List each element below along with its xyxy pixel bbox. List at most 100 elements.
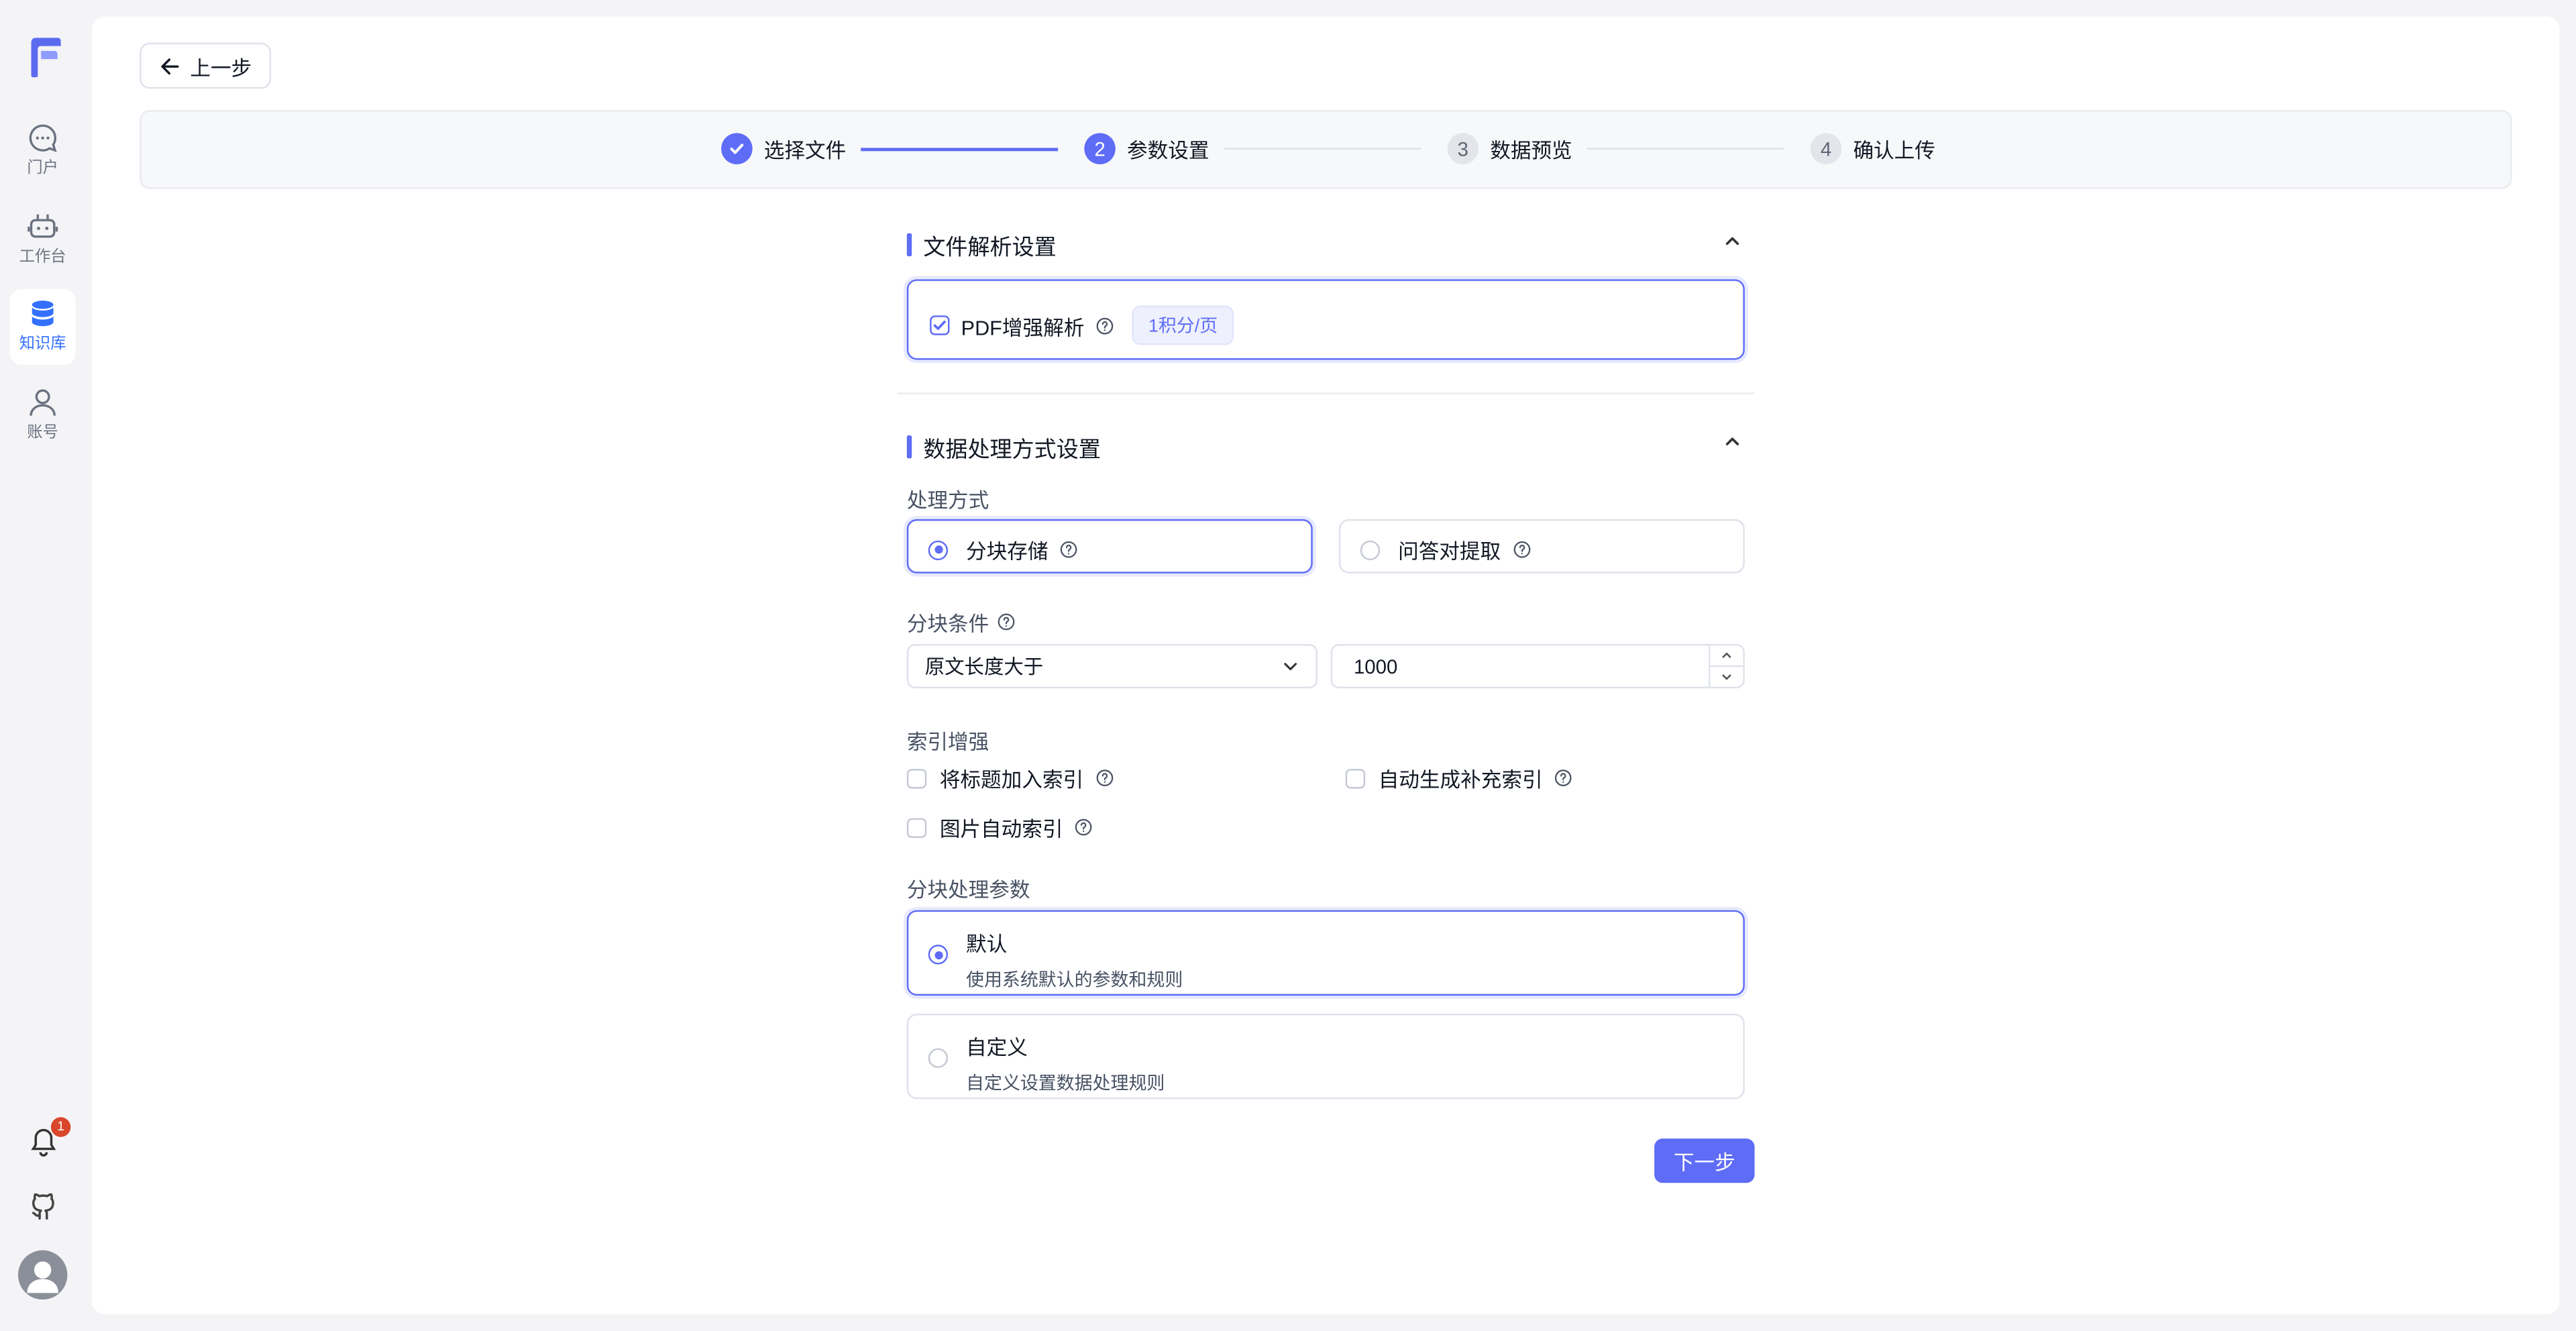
- param-text: 自定义 自定义设置数据处理规则: [966, 1030, 1165, 1096]
- step-number: 2: [1084, 133, 1116, 164]
- index-option-image[interactable]: 图片自动索引: [906, 812, 1093, 843]
- step-connector: [1224, 148, 1421, 150]
- sidebar-item-label: 知识库: [19, 335, 66, 354]
- chat-bubble-icon: [29, 124, 57, 152]
- step-number: 4: [1810, 133, 1842, 164]
- step-number: 3: [1447, 133, 1479, 164]
- avatar[interactable]: [17, 1250, 68, 1300]
- help-circle-icon[interactable]: [1512, 541, 1530, 559]
- check-icon: [721, 133, 753, 164]
- chunk-condition-label-row: 分块条件: [907, 606, 1016, 638]
- pdf-enhance-checkbox[interactable]: [930, 315, 950, 335]
- index-option-label: 将标题加入索引: [939, 769, 1084, 792]
- index-option-label: 自动生成补充索引: [1378, 769, 1543, 792]
- param-option-default[interactable]: 默认 使用系统默认的参数和规则: [906, 910, 1745, 996]
- decrement-button[interactable]: [1710, 667, 1743, 686]
- index-option-auto[interactable]: 自动生成补充索引: [1345, 762, 1572, 794]
- number-stepper: [1708, 645, 1743, 687]
- param-text: 默认 使用系统默认的参数和规则: [966, 926, 1183, 992]
- param-title: 自定义: [966, 1036, 1028, 1060]
- param-label: 分块处理参数: [906, 879, 1030, 902]
- chevron-up-icon[interactable]: [1723, 432, 1741, 450]
- step-4: 4 确认上传: [1810, 133, 1935, 164]
- number-value: 1000: [1353, 654, 1398, 678]
- step-connector: [1587, 148, 1784, 150]
- step-2: 2 参数设置: [1084, 133, 1209, 164]
- back-button[interactable]: 上一步: [140, 42, 272, 89]
- param-option-custom[interactable]: 自定义 自定义设置数据处理规则: [906, 1014, 1745, 1100]
- mode-option-row: 问答对提取: [1360, 534, 1531, 566]
- param-title: 默认: [966, 933, 1008, 957]
- help-circle-icon[interactable]: [1075, 818, 1093, 837]
- sidebar-item-portal[interactable]: 门户: [10, 113, 76, 189]
- section-accent-bar: [906, 435, 912, 459]
- help-circle-icon[interactable]: [998, 613, 1016, 631]
- mode-radio-qa[interactable]: [1360, 539, 1381, 560]
- index-image-checkbox[interactable]: [906, 817, 927, 837]
- help-circle-icon[interactable]: [1096, 316, 1114, 334]
- pdf-enhance-label: PDF增强解析: [961, 316, 1085, 339]
- chevron-down-icon: [1722, 674, 1731, 680]
- user-icon: [30, 389, 56, 416]
- help-circle-icon[interactable]: [1554, 769, 1572, 787]
- index-label: 索引增强: [906, 731, 989, 755]
- sidebar-item-label: 门户: [27, 159, 58, 178]
- sidebar-item-account[interactable]: 账号: [10, 378, 76, 454]
- sidebar-item-label: 账号: [27, 423, 58, 442]
- chunk-condition-select[interactable]: 原文长度大于: [906, 644, 1318, 689]
- chunk-condition-label: 分块条件: [906, 613, 989, 636]
- chevron-up-icon[interactable]: [1723, 231, 1741, 250]
- github-icon[interactable]: [28, 1191, 60, 1223]
- param-radio-custom[interactable]: [928, 1048, 949, 1068]
- step-label: 数据预览: [1490, 140, 1572, 163]
- app-logo-icon[interactable]: [26, 36, 62, 79]
- param-desc: 使用系统默认的参数和规则: [966, 971, 1183, 991]
- robot-icon: [28, 214, 58, 238]
- back-button-label: 上一步: [190, 56, 252, 80]
- mode-option-label: 分块存储: [966, 540, 1049, 564]
- pdf-enhance-row: PDF增强解析 1积分/页: [930, 305, 1234, 345]
- help-circle-icon[interactable]: [1060, 541, 1078, 559]
- step-3: 3 数据预览: [1447, 133, 1572, 164]
- sidebar-item-knowledge[interactable]: 知识库: [9, 289, 76, 365]
- main-panel: 上一步 选择文件 2 参数设置 3 数据预览 4 确认上传 文件解析设置 PDF…: [92, 16, 2560, 1315]
- mode-option-qa[interactable]: 问答对提取: [1338, 519, 1745, 574]
- section-data-process-title[interactable]: 数据处理方式设置: [906, 431, 1101, 464]
- section-divider: [897, 392, 1755, 394]
- mode-option-label: 问答对提取: [1398, 540, 1501, 564]
- notification-badge: 1: [50, 1117, 71, 1137]
- step-connector: [861, 148, 1059, 152]
- index-auto-checkbox[interactable]: [1345, 767, 1366, 788]
- stepper: 选择文件 2 参数设置 3 数据预览 4 确认上传: [140, 110, 2512, 189]
- select-value: 原文长度大于: [924, 655, 1044, 679]
- step-1: 选择文件: [721, 133, 846, 164]
- param-desc: 自定义设置数据处理规则: [966, 1074, 1165, 1095]
- index-option-label: 图片自动索引: [939, 818, 1063, 841]
- cost-tag: 1积分/页: [1132, 305, 1234, 345]
- chunk-size-input[interactable]: 1000: [1330, 644, 1745, 689]
- section-title-text: 文件解析设置: [923, 235, 1057, 260]
- step-label: 确认上传: [1853, 140, 1935, 163]
- sidebar: 门户 工作台 知识库 账号 1: [0, 0, 85, 1331]
- step-label: 参数设置: [1127, 140, 1210, 163]
- mode-radio-chunk[interactable]: [928, 539, 949, 560]
- chevron-up-icon: [1722, 652, 1731, 658]
- mode-option-chunk[interactable]: 分块存储: [906, 519, 1313, 574]
- param-radio-default[interactable]: [928, 945, 949, 965]
- step-label: 选择文件: [763, 140, 847, 163]
- database-icon: [32, 301, 54, 327]
- sidebar-item-workbench[interactable]: 工作台: [10, 202, 76, 278]
- increment-button[interactable]: [1710, 645, 1743, 668]
- mode-option-row: 分块存储: [928, 534, 1078, 566]
- chevron-down-icon: [1284, 663, 1297, 671]
- section-file-parse-title[interactable]: 文件解析设置: [906, 228, 1057, 261]
- user-avatar-icon: [27, 1261, 58, 1293]
- help-circle-icon[interactable]: [1095, 769, 1113, 787]
- mode-label: 处理方式: [906, 489, 989, 513]
- index-title-checkbox[interactable]: [906, 767, 927, 788]
- section-accent-bar: [906, 233, 912, 257]
- next-button[interactable]: 下一步: [1654, 1138, 1755, 1183]
- pdf-enhance-card: PDF增强解析 1积分/页: [906, 279, 1745, 360]
- arrow-left-icon: [160, 58, 178, 74]
- index-option-title[interactable]: 将标题加入索引: [906, 762, 1113, 794]
